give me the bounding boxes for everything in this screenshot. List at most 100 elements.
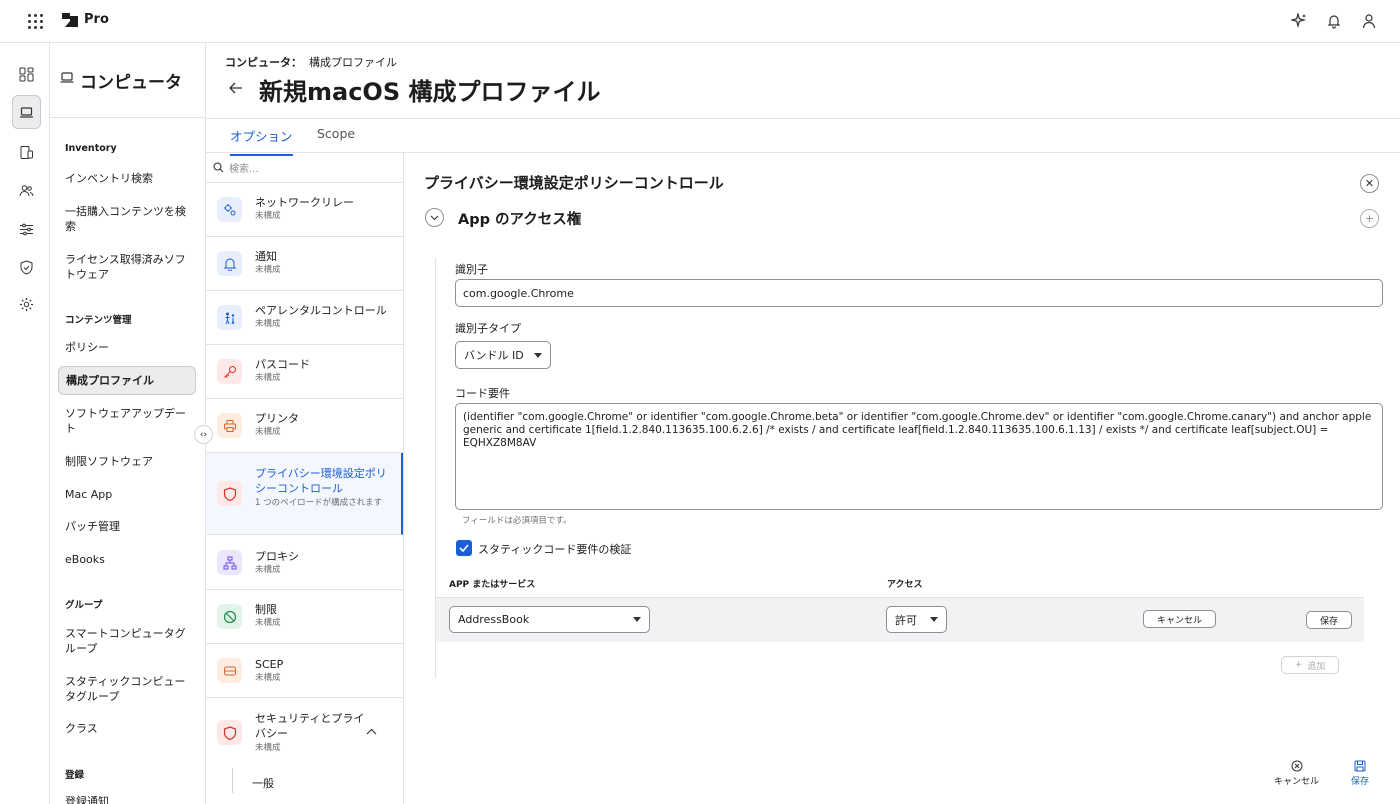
payload-name: プライバシー環境設定ポリシーコントロール: [255, 467, 387, 495]
code-requirement-label: コード要件: [455, 387, 510, 400]
printer-icon: [217, 413, 242, 438]
payload-item-restrictions[interactable]: 制限 未構成: [206, 590, 403, 644]
page-title: 新規macOS 構成プロファイル: [259, 78, 601, 106]
scep-icon: [217, 658, 242, 683]
app-service-value: AddressBook: [458, 613, 530, 626]
add-row-button[interactable]: + 追加: [1281, 656, 1339, 674]
row-cancel-button[interactable]: キャンセル: [1143, 610, 1216, 628]
payload-item-security-privacy[interactable]: セキュリティとプライバシー 未構成: [206, 698, 403, 770]
settings-sliders-icon[interactable]: [12, 215, 40, 243]
nav-item-licensed-software[interactable]: ライセンス取得済みソフトウェア: [65, 252, 193, 282]
nav-item-software-updates[interactable]: ソフトウェアアップデート: [65, 406, 193, 436]
payload-item-printers[interactable]: プリンタ 未構成: [206, 399, 403, 453]
nav-item-restricted-software[interactable]: 制限ソフトウェア: [65, 454, 193, 469]
identifier-type-label: 識別子タイプ: [455, 322, 521, 335]
users-icon[interactable]: [12, 176, 40, 204]
security-shield-rail-icon[interactable]: [12, 253, 40, 281]
identifier-type-select[interactable]: バンドル ID: [455, 341, 551, 369]
identifier-input[interactable]: com.google.Chrome: [455, 279, 1383, 307]
code-requirement-textarea[interactable]: (identifier "com.google.Chrome" or ident…: [455, 403, 1383, 510]
nav-section-content: コンテンツ管理: [65, 315, 132, 326]
payload-name: プロキシ: [255, 550, 299, 563]
chevron-up-icon[interactable]: [366, 728, 377, 735]
nav-item-mac-apps[interactable]: Mac App: [65, 487, 193, 502]
nav-item-configuration-profiles[interactable]: 構成プロファイル: [58, 366, 196, 395]
devices-icon[interactable]: [12, 138, 40, 166]
nav-item-volume-purchase[interactable]: 一括購入コンテンツを検索: [65, 204, 193, 234]
dropdown-caret-icon: [534, 352, 542, 358]
static-code-label: スタティックコード要件の検証: [478, 543, 632, 556]
app-launcher-icon[interactable]: [26, 12, 44, 30]
row-save-button[interactable]: 保存: [1306, 611, 1352, 629]
nav-item-enrollment-invitations[interactable]: 登録通知: [65, 794, 193, 804]
payload-list: 検索... ネットワークリレー 未構成 通知 未構成 ペアレンタルコントロール …: [206, 153, 404, 804]
payload-item-notifications[interactable]: 通知 未構成: [206, 237, 403, 291]
nav-item-policies[interactable]: ポリシー: [65, 340, 193, 355]
search-input[interactable]: 検索...: [229, 160, 259, 175]
payload-status: 未構成: [255, 565, 281, 575]
nav-title: コンピュータ: [80, 73, 182, 93]
payload-name: パスコード: [255, 358, 310, 371]
notification-bell-icon[interactable]: [1324, 11, 1344, 31]
nav-item-static-groups[interactable]: スタティックコンピュータグループ: [65, 674, 193, 704]
access-select[interactable]: 許可: [886, 606, 947, 633]
search-icon: [213, 162, 224, 173]
cancel-circle-icon: [1291, 760, 1302, 772]
payload-item-scep[interactable]: SCEP 未構成: [206, 644, 403, 698]
restriction-icon: [217, 604, 242, 629]
nav-section-enrollment: 登録: [65, 770, 85, 781]
computers-laptop-icon[interactable]: [12, 95, 41, 129]
nav-section-inventory: Inventory: [65, 143, 117, 154]
chevron-down-icon[interactable]: [425, 208, 444, 227]
key-icon: [217, 359, 242, 384]
footer-cancel-button[interactable]: キャンセル: [1274, 760, 1319, 787]
icon-rail: [0, 43, 50, 804]
brand-name: Pro: [84, 12, 109, 27]
static-code-checkbox[interactable]: [456, 540, 472, 556]
close-icon[interactable]: ✕: [1360, 174, 1379, 193]
nav-item-inventory-search[interactable]: インベントリ検索: [65, 171, 193, 186]
laptop-icon: [60, 72, 74, 83]
payload-item-privacy-preferences[interactable]: プライバシー環境設定ポリシーコントロール 1 つのペイロードが構成されます: [206, 453, 403, 535]
dashboard-icon[interactable]: [12, 60, 40, 88]
nav-item-ebooks[interactable]: eBooks: [65, 552, 193, 567]
payload-item-parental-controls[interactable]: ペアレンタルコントロール 未構成: [206, 291, 403, 345]
payload-item-passcode[interactable]: パスコード 未構成: [206, 345, 403, 399]
breadcrumb-parent[interactable]: コンピュータ：: [225, 56, 302, 69]
footer-save-label: 保存: [1351, 777, 1370, 787]
family-icon: [217, 305, 242, 330]
add-icon[interactable]: +: [1360, 209, 1379, 228]
sparkle-icon[interactable]: [1289, 11, 1309, 31]
app-service-select[interactable]: AddressBook: [449, 606, 650, 633]
back-arrow-icon[interactable]: [229, 79, 243, 98]
proxy-icon: [217, 550, 242, 575]
payload-item-network-relay[interactable]: ネットワークリレー 未構成: [206, 183, 403, 237]
section-title: App のアクセス権: [458, 212, 582, 228]
footer-save-button[interactable]: 保存: [1351, 760, 1369, 787]
dropdown-caret-icon: [633, 617, 641, 622]
section-navigation: コンピュータ Inventory インベントリ検索 一括購入コンテンツを検索 ラ…: [50, 43, 206, 804]
security-shield-icon: [217, 720, 242, 745]
nav-item-smart-groups[interactable]: スマートコンピュータグループ: [65, 626, 193, 656]
payload-name: セキュリティとプライバシー: [255, 712, 365, 740]
top-bar: Pro: [0, 0, 1400, 43]
payload-subitem-general[interactable]: 一般: [252, 775, 274, 791]
identifier-label: 識別子: [455, 263, 488, 276]
nav-item-classes[interactable]: クラス: [65, 721, 193, 736]
gear-icon[interactable]: [12, 290, 40, 318]
tab-options[interactable]: オプション: [230, 126, 293, 156]
breadcrumb: コンピュータ： 構成プロファイル: [225, 54, 397, 70]
tab-scope[interactable]: Scope: [317, 126, 355, 150]
column-header-app: APP またはサービス: [449, 580, 536, 590]
nav-item-patch-management[interactable]: パッチ管理: [65, 519, 193, 534]
payload-status: 未構成: [255, 673, 281, 683]
network-relay-icon: [217, 197, 242, 222]
payload-search[interactable]: 検索...: [206, 153, 403, 183]
identifier-type-value: バンドル ID: [464, 349, 524, 362]
payload-name: プリンタ: [255, 412, 299, 425]
user-profile-icon[interactable]: [1359, 11, 1379, 31]
payload-item-proxy[interactable]: プロキシ 未構成: [206, 535, 403, 590]
access-value: 許可: [895, 613, 917, 627]
payload-name: ネットワークリレー: [255, 196, 354, 209]
payload-name: 通知: [255, 250, 277, 263]
